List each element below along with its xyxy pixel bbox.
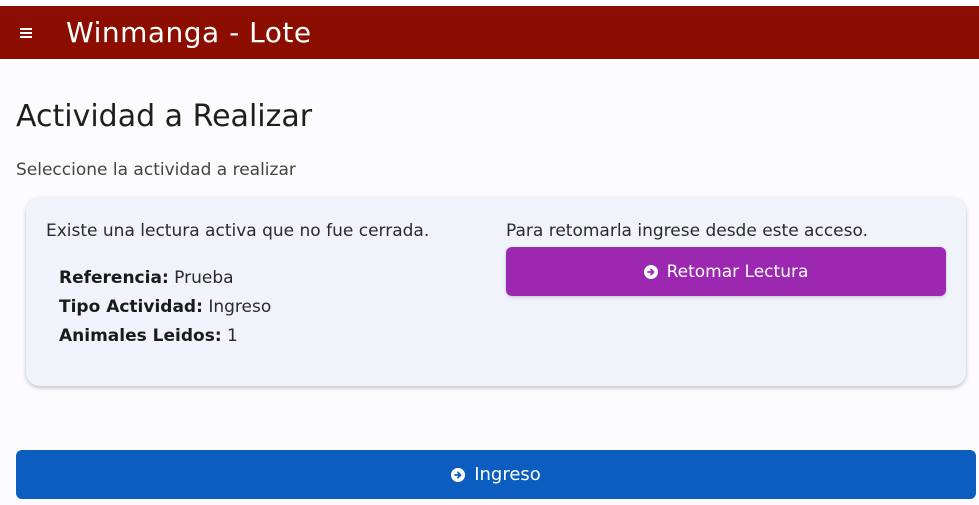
ingreso-label: Ingreso — [474, 464, 541, 485]
menu-icon — [20, 26, 32, 40]
app-bar: Winmanga - Lote — [0, 6, 979, 59]
resume-hint: Para retomarla ingrese desde este acceso… — [506, 221, 868, 241]
detail-value: Ingreso — [208, 297, 272, 317]
app-title: Winmanga - Lote — [66, 16, 312, 49]
retomar-lectura-button[interactable]: Retomar Lectura — [506, 247, 946, 296]
detail-value: Prueba — [174, 268, 234, 288]
detail-tipo-actividad: Tipo Actividad: Ingreso — [59, 297, 271, 317]
detail-referencia: Referencia: Prueba — [59, 268, 234, 288]
arrow-circle-right-icon — [643, 264, 658, 279]
main-content: Actividad a Realizar Seleccione la activ… — [0, 59, 979, 505]
retomar-lectura-label: Retomar Lectura — [666, 261, 809, 282]
detail-label: Animales Leidos: — [59, 326, 222, 346]
active-reading-notice: Existe una lectura activa que no fue cer… — [46, 221, 430, 241]
active-reading-card: Existe una lectura activa que no fue cer… — [26, 197, 966, 386]
detail-label: Referencia: — [59, 268, 169, 288]
detail-label: Tipo Actividad: — [59, 297, 203, 317]
menu-button[interactable] — [8, 15, 44, 51]
detail-animales-leidos: Animales Leidos: 1 — [59, 326, 238, 346]
app-frame: Winmanga - Lote Actividad a Realizar Sel… — [0, 0, 979, 505]
page-subtitle: Seleccione la actividad a realizar — [16, 160, 296, 180]
page-title: Actividad a Realizar — [16, 99, 313, 134]
ingreso-button[interactable]: Ingreso — [16, 450, 976, 499]
arrow-circle-right-icon — [451, 467, 466, 482]
detail-value: 1 — [227, 326, 238, 346]
